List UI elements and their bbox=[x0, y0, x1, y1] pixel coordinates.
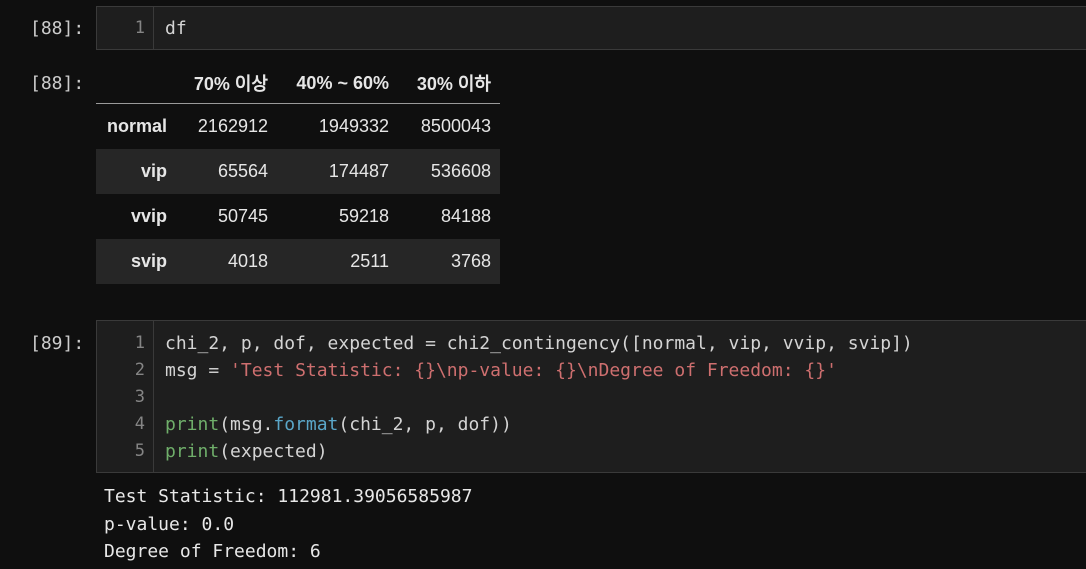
code-line: 2 msg = 'Test Statistic: {}\np-value: {}… bbox=[97, 357, 1086, 384]
line-number: 4 bbox=[134, 414, 145, 434]
line-number: 1 bbox=[134, 18, 145, 38]
code-line: 3 bbox=[97, 384, 1086, 411]
line-number: 1 bbox=[134, 333, 145, 353]
code-line: 1 chi_2, p, dof, expected = chi2_conting… bbox=[97, 330, 1086, 357]
code-token: format bbox=[273, 414, 339, 435]
table-cell: 2511 bbox=[350, 251, 389, 271]
code-token: chi2_contingency([normal, vip, vvip, svi… bbox=[435, 333, 913, 354]
table-cell: 4018 bbox=[227, 251, 268, 271]
output-line: Test Statistic: 112981.39056585987 bbox=[104, 486, 473, 507]
cell-88-input-prompt: [88]: bbox=[30, 18, 85, 39]
output-line: Degree of Freedom: 6 bbox=[104, 541, 321, 562]
dataframe-table: 70% 이상 40% ~ 60% 30% 이하 normal 2162912 1… bbox=[96, 63, 500, 284]
code-token: msg bbox=[165, 360, 209, 381]
table-row: vip 65564 174487 536608 bbox=[96, 149, 500, 194]
code-text[interactable]: df bbox=[165, 15, 187, 42]
line-number: 3 bbox=[134, 387, 145, 407]
column-header: 30% 이하 bbox=[398, 63, 500, 104]
cell-88-output-prompt: [88]: bbox=[30, 73, 85, 94]
code-token: (expected) bbox=[219, 441, 328, 462]
code-line: 1 df bbox=[97, 15, 1086, 42]
line-number: 2 bbox=[134, 360, 145, 380]
code-token: = bbox=[425, 333, 436, 354]
code-text[interactable]: chi_2, p, dof, expected = chi2_contingen… bbox=[165, 330, 913, 357]
code-token: print bbox=[165, 414, 220, 435]
table-cell: 50745 bbox=[217, 206, 268, 226]
code-token: print bbox=[165, 441, 220, 462]
table-cell: 8500043 bbox=[420, 116, 491, 136]
table-header-row: 70% 이상 40% ~ 60% 30% 이하 bbox=[96, 63, 500, 104]
table-row: svip 4018 2511 3768 bbox=[96, 239, 500, 284]
table-row: vvip 50745 59218 84188 bbox=[96, 194, 500, 239]
output-line: p-value: 0.0 bbox=[104, 513, 235, 535]
column-header: 40% ~ 60% bbox=[277, 63, 398, 104]
row-label: vip bbox=[140, 161, 167, 181]
code-token: = bbox=[208, 360, 220, 381]
row-label: vvip bbox=[130, 206, 167, 226]
code-text[interactable]: print(msg.format(chi_2, p, dof)) bbox=[165, 411, 512, 438]
code-text[interactable]: print(expected) bbox=[165, 438, 328, 465]
table-cell: 174487 bbox=[328, 161, 389, 181]
table-cell: 2162912 bbox=[197, 116, 268, 136]
line-number: 5 bbox=[134, 441, 145, 461]
code-line: 4 print(msg.format(chi_2, p, dof)) bbox=[97, 411, 1086, 438]
table-cell: 59218 bbox=[338, 206, 389, 226]
code-token: 'Test Statistic: {}\np-value: {}\nDegree… bbox=[230, 360, 837, 381]
cell-88-editor[interactable]: 1 df bbox=[96, 6, 1086, 50]
code-token: chi_2, p, dof, expected bbox=[165, 333, 426, 354]
code-line: 5 print(expected) bbox=[97, 438, 1086, 465]
table-row: normal 2162912 1949332 8500043 bbox=[96, 104, 500, 150]
cell-89-input-prompt: [89]: bbox=[30, 333, 85, 354]
code-token: (msg. bbox=[219, 414, 274, 435]
table-cell: 536608 bbox=[430, 161, 491, 181]
table-cell: 65564 bbox=[217, 161, 268, 181]
row-label: svip bbox=[130, 251, 167, 271]
cell-89-output: Test Statistic: 112981.39056585987 p-val… bbox=[104, 483, 472, 566]
table-cell: 3768 bbox=[450, 251, 491, 271]
index-header bbox=[96, 63, 176, 104]
column-header: 70% 이상 bbox=[176, 63, 277, 104]
table-cell: 1949332 bbox=[318, 116, 389, 136]
table-cell: 84188 bbox=[440, 206, 491, 226]
code-token: (chi_2, p, dof)) bbox=[338, 414, 512, 435]
cell-89-editor[interactable]: 1 chi_2, p, dof, expected = chi2_conting… bbox=[96, 320, 1086, 473]
row-label: normal bbox=[106, 116, 167, 136]
code-text[interactable]: msg = 'Test Statistic: {}\np-value: {}\n… bbox=[165, 357, 837, 384]
